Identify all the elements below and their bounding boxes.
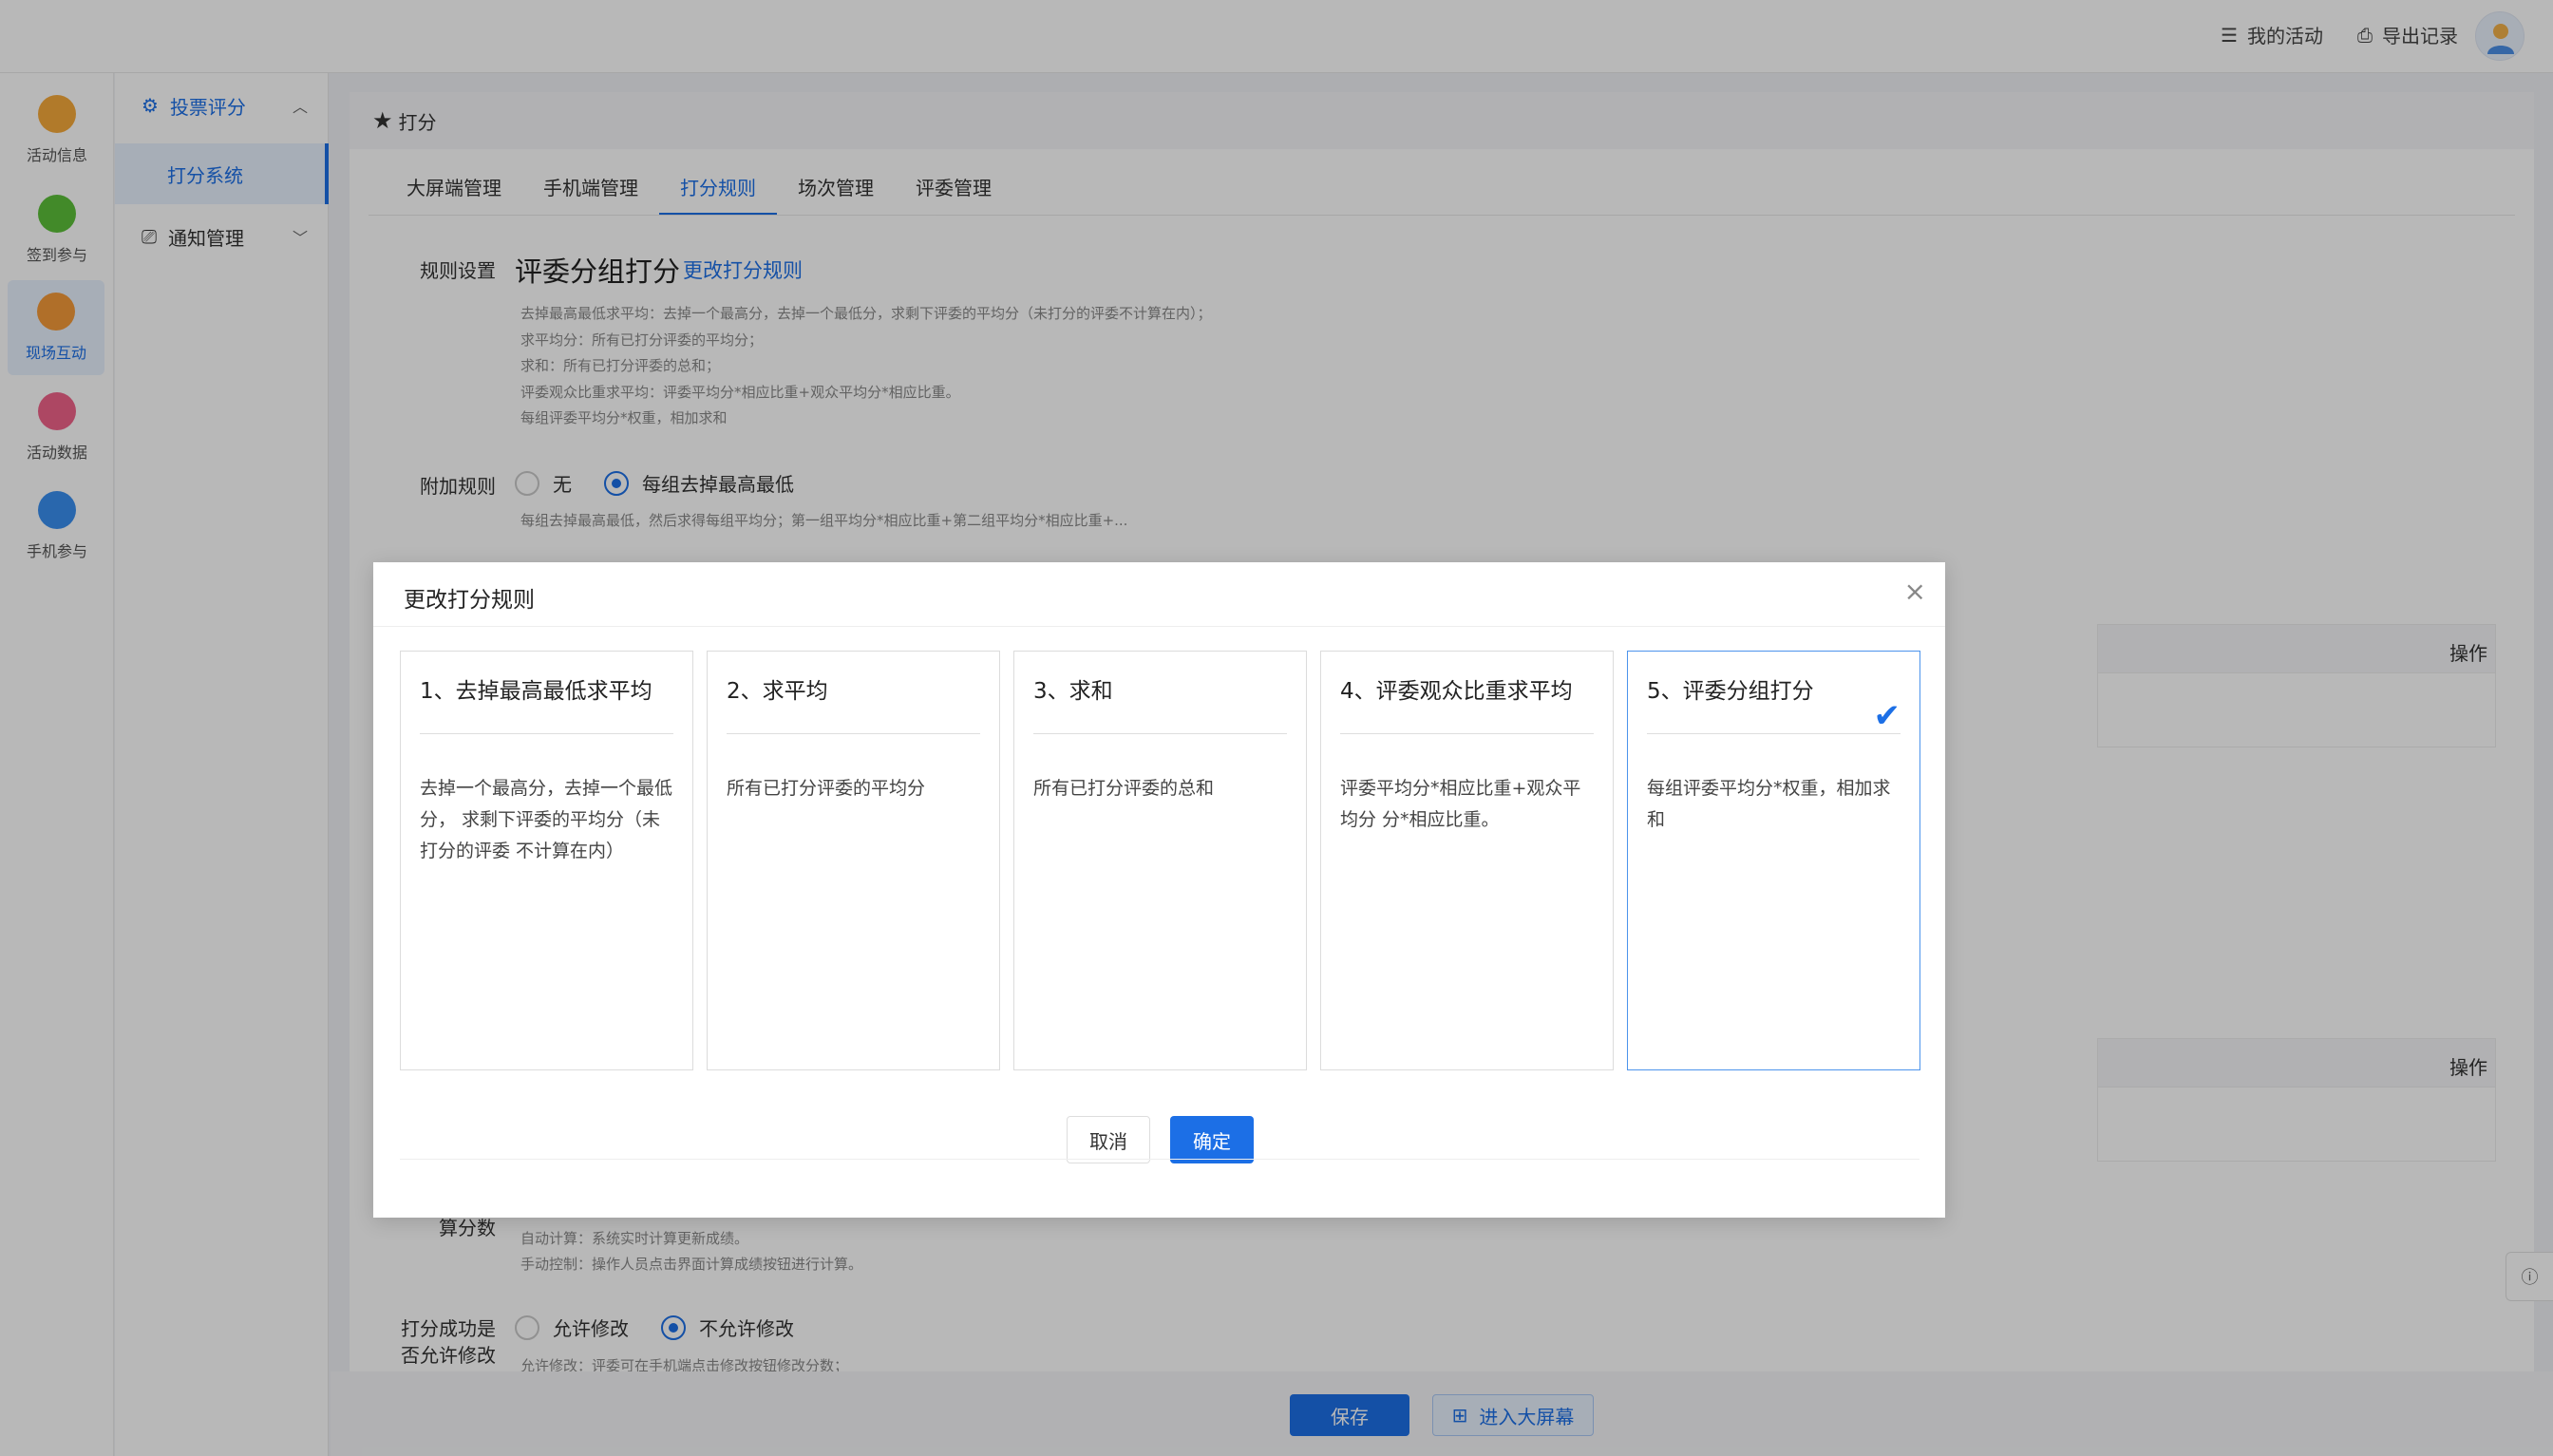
card-divider xyxy=(727,733,980,734)
card-title: 2、求平均 xyxy=(727,679,828,704)
card-title: 4、评委观众比重求平均 xyxy=(1340,679,1573,704)
card-divider xyxy=(1033,733,1287,734)
rule-card-2[interactable]: 2、求平均 所有已打分评委的平均分 xyxy=(707,651,1000,1070)
checkmark-icon: ✔ xyxy=(1873,697,1901,735)
card-description: 去掉一个最高分，去掉一个最低分， 求剩下评委的平均分（未打分的评委 不计算在内） xyxy=(420,778,673,861)
rule-cards: 1、去掉最高最低求平均 去掉一个最高分，去掉一个最低分， 求剩下评委的平均分（未… xyxy=(400,651,1920,1070)
modal-footer-divider xyxy=(400,1159,1919,1160)
rule-card-1[interactable]: 1、去掉最高最低求平均 去掉一个最高分，去掉一个最低分， 求剩下评委的平均分（未… xyxy=(400,651,693,1070)
card-divider xyxy=(1647,733,1901,734)
card-divider xyxy=(420,733,673,734)
card-description: 所有已打分评委的平均分 xyxy=(727,778,926,799)
rule-card-5[interactable]: 5、评委分组打分 ✔ 每组评委平均分*权重，相加求和 xyxy=(1627,651,1920,1070)
rule-card-3[interactable]: 3、求和 所有已打分评委的总和 xyxy=(1013,651,1307,1070)
close-icon[interactable]: × xyxy=(1904,576,1926,607)
card-title: 1、去掉最高最低求平均 xyxy=(420,679,652,704)
card-title: 5、评委分组打分 xyxy=(1647,679,1814,704)
modal-title: 更改打分规则 xyxy=(404,588,535,613)
card-description: 所有已打分评委的总和 xyxy=(1033,778,1215,799)
card-divider xyxy=(1340,733,1594,734)
card-title: 3、求和 xyxy=(1033,679,1113,704)
rule-card-4[interactable]: 4、评委观众比重求平均 评委平均分*相应比重+观众平均分 分*相应比重。 xyxy=(1320,651,1614,1070)
card-description: 评委平均分*相应比重+观众平均分 分*相应比重。 xyxy=(1340,778,1581,830)
cancel-button[interactable]: 取消 xyxy=(1067,1116,1150,1163)
confirm-button[interactable]: 确定 xyxy=(1170,1116,1254,1163)
modal-divider xyxy=(373,626,1945,627)
card-description: 每组评委平均分*权重，相加求和 xyxy=(1647,778,1891,830)
change-rule-modal: 更改打分规则 × 1、去掉最高最低求平均 去掉一个最高分，去掉一个最低分， 求剩… xyxy=(373,562,1945,1218)
